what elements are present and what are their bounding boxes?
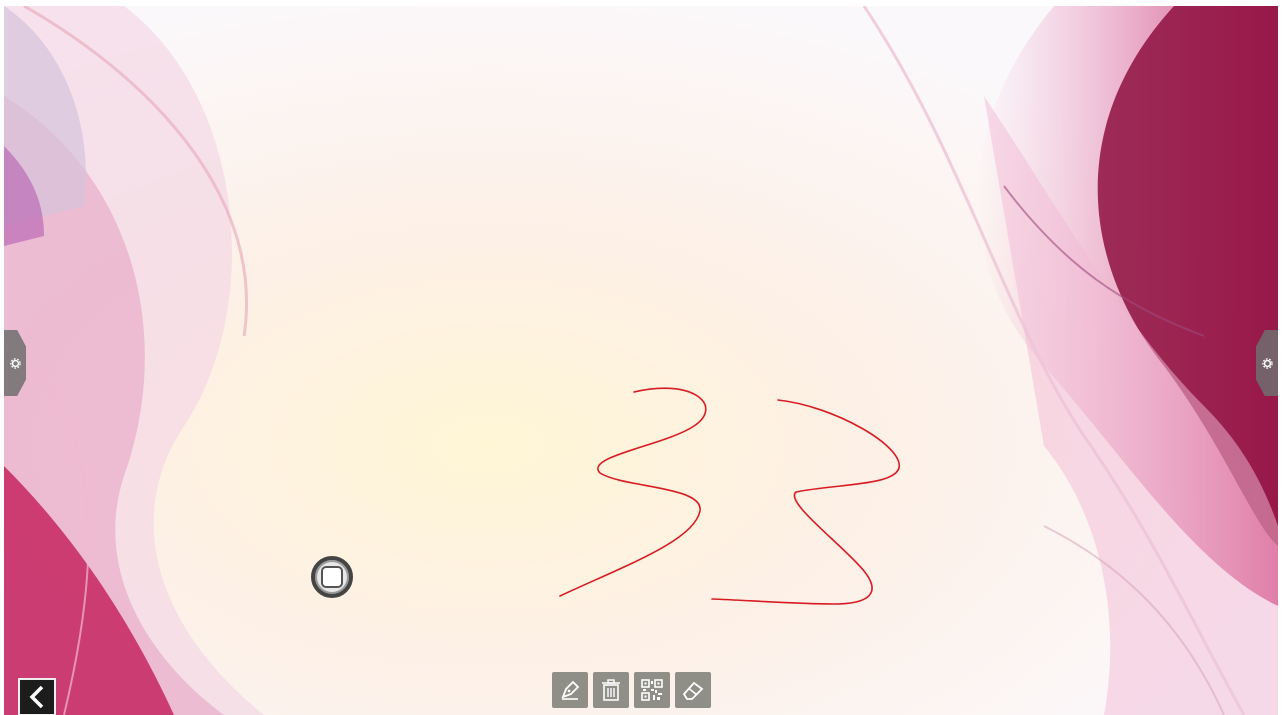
qr-code-icon [641,679,663,701]
back-button[interactable] [18,678,56,715]
pen-tool-button[interactable] [552,672,588,708]
stroke-digit-3-first [559,387,707,597]
eraser-tool-button[interactable] [675,672,711,708]
gear-icon [9,357,21,369]
stroke-digit-3-second [711,399,900,605]
pen-icon [561,680,580,700]
square-icon [321,566,343,588]
bottom-toolbar [552,672,711,708]
eraser-icon [682,681,704,700]
gear-icon [1261,357,1273,369]
handwriting-strokes [559,387,900,605]
floating-menu-button[interactable] [311,556,353,598]
chevron-left-icon [29,685,44,709]
trash-icon [602,679,620,701]
whiteboard-screen[interactable] [4,6,1278,715]
qr-code-tool-button[interactable] [634,672,670,708]
clear-tool-button[interactable] [593,672,629,708]
